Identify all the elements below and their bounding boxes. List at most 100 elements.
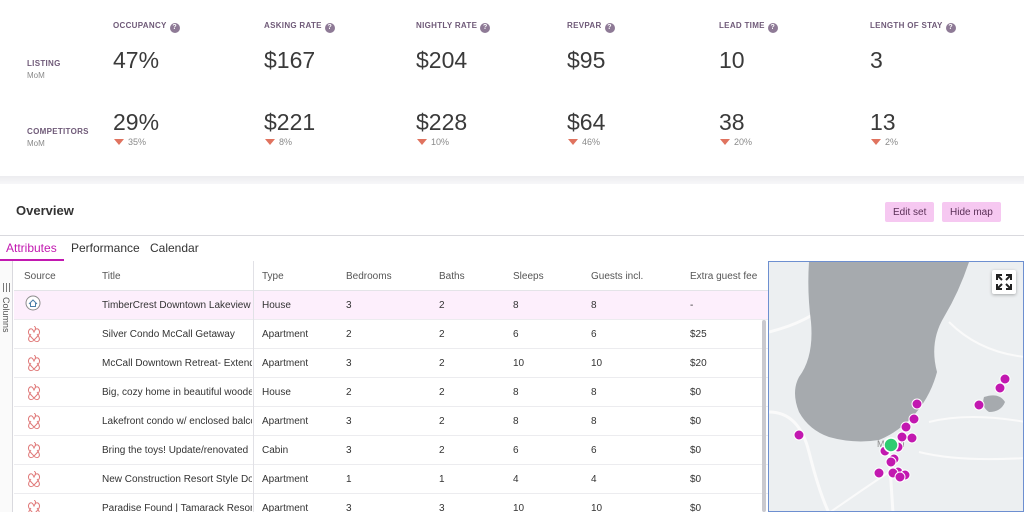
edit-set-button[interactable]: Edit set xyxy=(885,202,935,222)
listing-value: 3 xyxy=(870,47,883,73)
cell-extra-fee: $0 xyxy=(690,474,702,485)
help-icon[interactable]: ? xyxy=(604,23,615,33)
metric-lead-time: LEAD TIME? 10 38 20% xyxy=(719,0,869,176)
column-header-sleeps[interactable]: Sleeps xyxy=(513,271,573,282)
overview-title: Overview xyxy=(16,203,74,218)
down-triangle-icon xyxy=(871,139,881,145)
column-header-title[interactable]: Title xyxy=(102,271,252,282)
column-header-type[interactable]: Type xyxy=(262,271,332,282)
column-header-bedrooms[interactable]: Bedrooms xyxy=(346,271,406,282)
cell-type: Apartment xyxy=(262,329,309,340)
down-triangle-icon xyxy=(417,139,427,145)
map-pin-competitor[interactable] xyxy=(894,471,906,483)
metric-header: NIGHTLY RATE xyxy=(416,21,478,30)
tab-attributes[interactable]: Attributes xyxy=(6,241,57,255)
competitors-row-label: COMPETITORS xyxy=(27,127,89,136)
tab-calendar[interactable]: Calendar xyxy=(150,241,199,255)
map-pin-listing[interactable] xyxy=(883,437,899,453)
table-row[interactable]: TimberCrest Downtown Lakeview House 3 2 8 8 - xyxy=(14,291,768,320)
map-pin-competitor[interactable] xyxy=(793,429,805,441)
expand-map-button[interactable] xyxy=(992,270,1016,294)
competitors-value: 29% xyxy=(113,109,160,135)
cell-title: Paradise Found | Tamarack Resort xyxy=(102,503,252,512)
help-icon[interactable]: ? xyxy=(767,23,778,33)
column-header-extra-fee[interactable]: Extra guest fee xyxy=(690,271,768,282)
map-pin-competitor[interactable] xyxy=(900,421,912,433)
cell-title: Lakefront condo w/ enclosed balcony xyxy=(102,416,252,427)
cell-baths: 2 xyxy=(439,445,445,456)
cell-bedrooms: 3 xyxy=(346,503,352,512)
cell-extra-fee: $0 xyxy=(690,387,702,398)
cell-extra-fee: $0 xyxy=(690,416,702,427)
own-listing-icon xyxy=(25,295,41,311)
table-row[interactable]: Bring the toys! Update/renovated Cabin 3 2 6… xyxy=(14,436,768,465)
cell-extra-fee: $0 xyxy=(690,503,702,512)
help-icon[interactable]: ? xyxy=(169,23,180,33)
cell-type: House xyxy=(262,387,291,398)
map-pin-competitor[interactable] xyxy=(908,413,920,425)
listing-value: $95 xyxy=(567,47,606,73)
cell-type: Apartment xyxy=(262,358,309,369)
listing-value: $167 xyxy=(264,47,316,73)
table-row[interactable]: Silver Condo McCall Getaway Apartment 2 2 6 6… xyxy=(14,320,768,349)
cell-baths: 2 xyxy=(439,358,445,369)
map-pin-competitor[interactable] xyxy=(873,467,885,479)
cell-type: Apartment xyxy=(262,474,309,485)
columns-icon[interactable] xyxy=(3,283,10,292)
map-canvas[interactable]: McCall xyxy=(769,262,1024,512)
down-triangle-icon xyxy=(265,139,275,145)
competitors-row-sub: MoM xyxy=(27,139,45,148)
help-icon[interactable]: ? xyxy=(480,23,491,33)
column-header-source[interactable]: Source xyxy=(24,271,74,282)
listings-table: Source Title Type Bedrooms Baths Sleeps … xyxy=(14,261,768,512)
competitors-value: $228 xyxy=(416,109,468,135)
cell-sleeps: 10 xyxy=(513,503,525,512)
metric-length-of-stay: LENGTH OF STAY? 3 13 2% xyxy=(870,0,1020,176)
airbnb-icon xyxy=(26,499,42,512)
help-icon[interactable]: ? xyxy=(945,23,956,33)
map-pin-competitor[interactable] xyxy=(911,398,923,410)
table-row[interactable]: Paradise Found | Tamarack Resort Apartmen… xyxy=(14,494,768,512)
tab-performance[interactable]: Performance xyxy=(71,241,140,255)
cell-bedrooms: 2 xyxy=(346,329,352,340)
table-row[interactable]: McCall Downtown Retreat- Extended Stays A… xyxy=(14,349,768,378)
cell-sleeps: 8 xyxy=(513,300,519,311)
map[interactable]: McCall xyxy=(768,261,1024,512)
cell-baths: 2 xyxy=(439,329,445,340)
column-header-guests[interactable]: Guests incl. xyxy=(591,271,671,282)
column-header-baths[interactable]: Baths xyxy=(439,271,499,282)
airbnb-icon xyxy=(26,354,42,372)
columns-label[interactable]: Columns xyxy=(1,297,11,333)
cell-title: Bring the toys! Update/renovated xyxy=(102,445,249,456)
table-row[interactable]: Lakefront condo w/ enclosed balcony Apart… xyxy=(14,407,768,436)
map-pin-competitor[interactable] xyxy=(885,456,897,468)
cell-sleeps: 8 xyxy=(513,416,519,427)
listing-value: 10 xyxy=(719,47,745,73)
delta-value: 2% xyxy=(885,137,899,147)
listing-row-sub: MoM xyxy=(27,71,45,80)
table-row[interactable]: New Construction Resort Style Downtown Ap… xyxy=(14,465,768,494)
competitors-value: $64 xyxy=(567,109,606,135)
map-pin-competitor[interactable] xyxy=(973,399,985,411)
cell-baths: 2 xyxy=(439,300,445,311)
cell-sleeps: 8 xyxy=(513,387,519,398)
kpi-panel: LISTING MoM COMPETITORS MoM OCCUPANCY? 4… xyxy=(0,0,1024,178)
map-pin-competitor[interactable] xyxy=(999,373,1011,385)
metric-occupancy: OCCUPANCY? 47% 29% 35% xyxy=(113,0,263,176)
table-row[interactable]: Big, cozy home in beautiful wooded House 2… xyxy=(14,378,768,407)
metric-asking-rate: ASKING RATE? $167 $221 8% xyxy=(264,0,414,176)
cell-title: McCall Downtown Retreat- Extended Stays xyxy=(102,358,252,369)
cell-extra-fee: $20 xyxy=(690,358,707,369)
help-icon[interactable]: ? xyxy=(324,23,335,33)
cell-extra-fee: $0 xyxy=(690,445,702,456)
map-pin-competitor[interactable] xyxy=(896,431,908,443)
map-pin-competitor[interactable] xyxy=(906,432,918,444)
cell-type: Apartment xyxy=(262,503,309,512)
map-pin-competitor[interactable] xyxy=(994,382,1006,394)
cell-extra-fee: - xyxy=(690,300,694,311)
cell-guests: 8 xyxy=(591,416,597,427)
metric-header: OCCUPANCY xyxy=(113,21,167,30)
vertical-scrollbar[interactable] xyxy=(762,320,766,512)
metric-header: LEAD TIME xyxy=(719,21,765,30)
hide-map-button[interactable]: Hide map xyxy=(942,202,1001,222)
